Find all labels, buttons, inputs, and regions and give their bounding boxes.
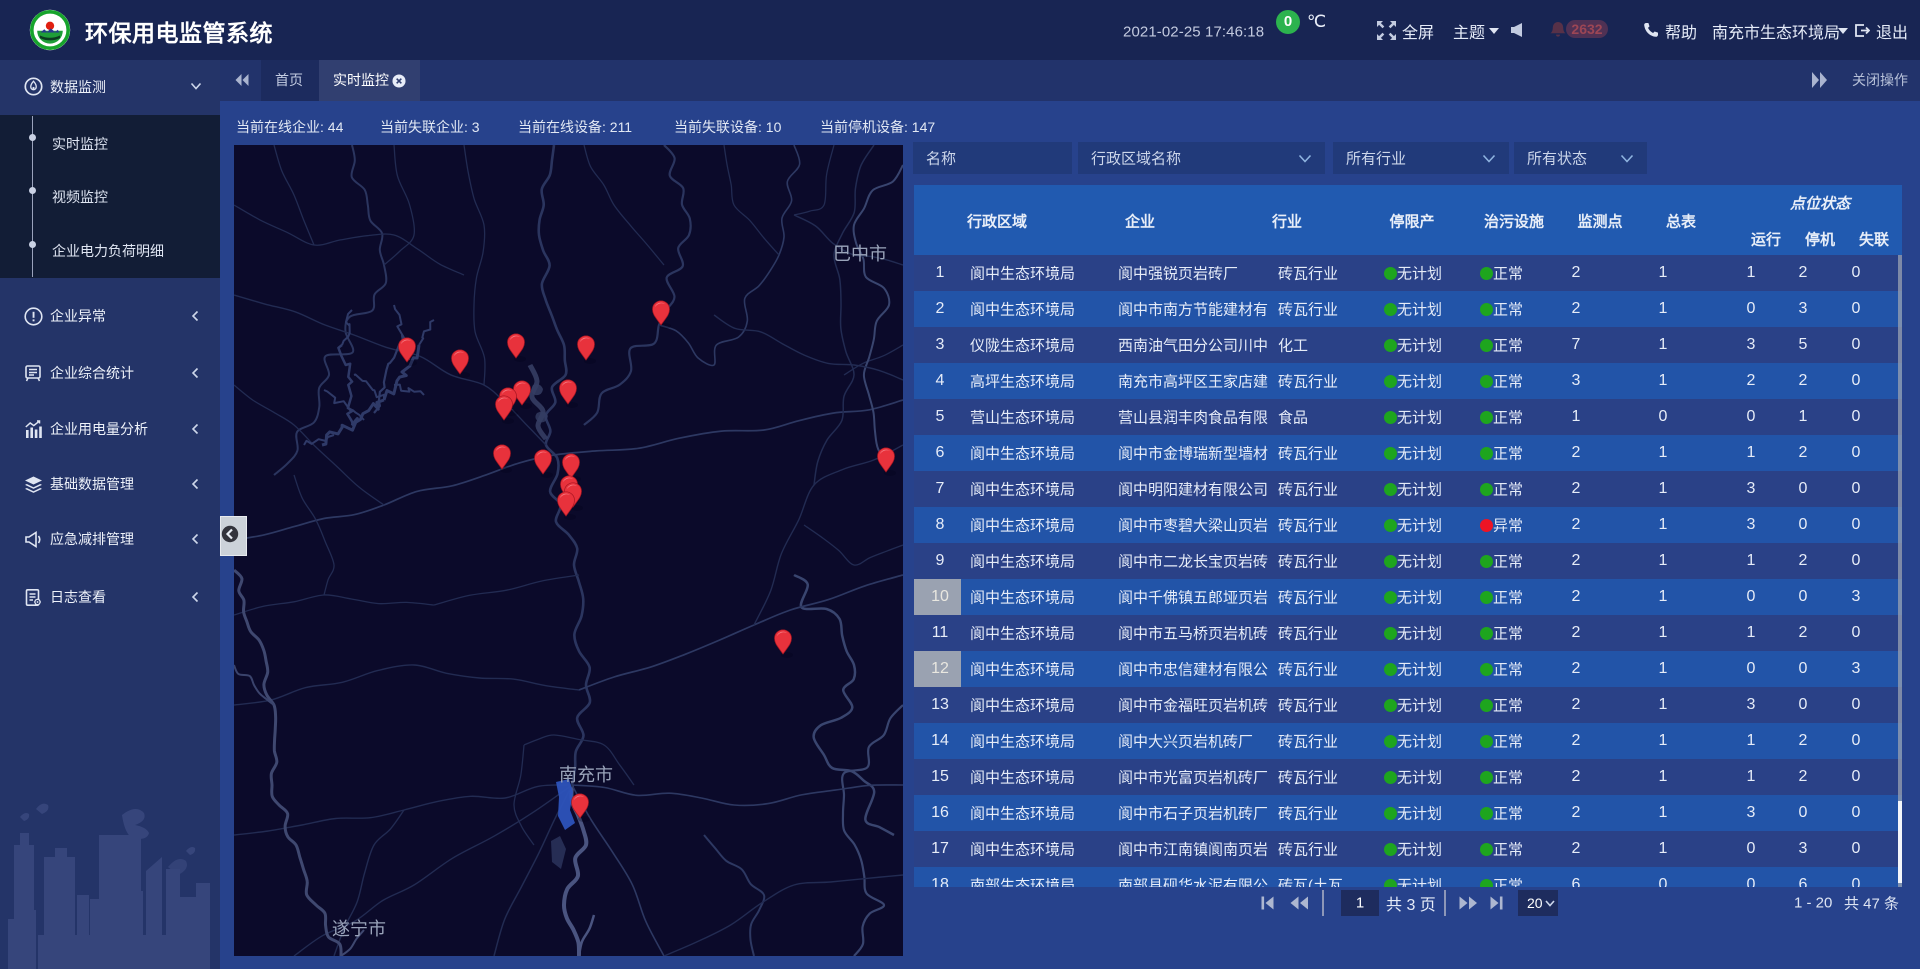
svg-text:巴中市: 巴中市 bbox=[833, 244, 887, 264]
svg-text:遂宁市: 遂宁市 bbox=[332, 919, 386, 939]
svg-text:南充市: 南充市 bbox=[559, 765, 613, 785]
